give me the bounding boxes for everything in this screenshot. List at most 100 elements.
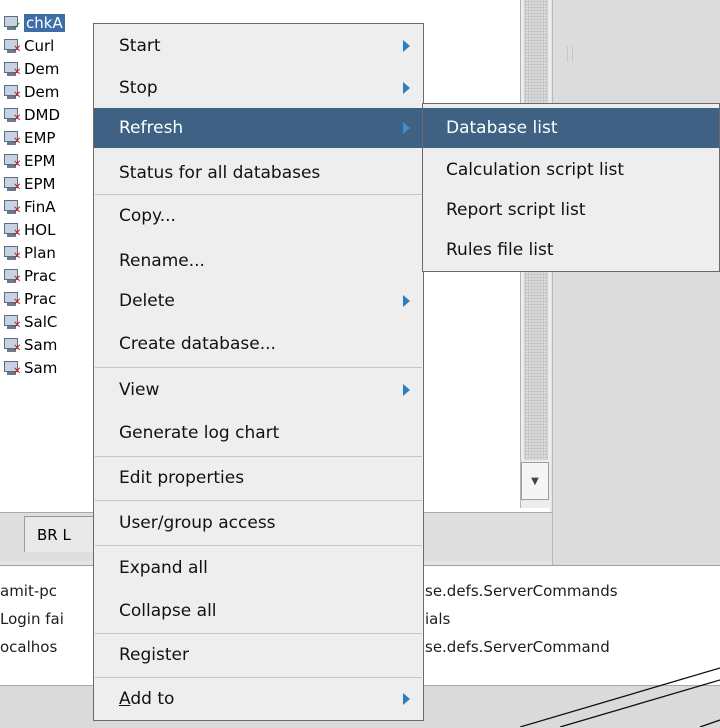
- tree-item[interactable]: ✕ Plan: [4, 242, 56, 264]
- console-line-right: se.defs.ServerCommands: [425, 582, 618, 600]
- tree-item-label: Curl: [24, 37, 55, 55]
- tree-item-label: DMD: [24, 106, 61, 124]
- menu-separator: [95, 500, 422, 501]
- tree-item[interactable]: ✕ EMP: [4, 127, 55, 149]
- database-icon: ✕: [4, 222, 21, 238]
- tree-item[interactable]: ✕ EPM: [4, 150, 55, 172]
- tree-item[interactable]: ✕ Curl: [4, 35, 54, 57]
- database-icon: ✕: [4, 360, 21, 376]
- menu-item-copy[interactable]: Copy...: [94, 196, 423, 236]
- menu-item-rename[interactable]: Rename...: [94, 241, 423, 281]
- database-icon: ✕: [4, 291, 21, 307]
- submenu-item-rules-file-list[interactable]: Rules file list: [423, 230, 719, 270]
- console-line-left: ocalhos: [0, 638, 58, 656]
- menu-item-label: Stop: [119, 78, 158, 98]
- menu-separator: [95, 677, 422, 678]
- database-icon: ✕: [4, 84, 21, 100]
- menu-item-label: Start: [119, 36, 161, 56]
- menu-item-label: Add to: [119, 689, 174, 709]
- tree-item-label: FinA: [24, 198, 56, 216]
- tree-item[interactable]: ✕ Sam: [4, 334, 57, 356]
- menu-item-stop[interactable]: Stop: [94, 68, 423, 108]
- database-icon: ✕: [4, 199, 21, 215]
- tree-item[interactable]: ✓ chkA: [4, 12, 65, 34]
- database-icon: ✕: [4, 61, 21, 77]
- console-line-left: Login fai: [0, 610, 64, 628]
- menu-separator: [95, 456, 422, 457]
- console-line-right: ials: [425, 610, 451, 628]
- menu-item-edit-properties[interactable]: Edit properties: [94, 458, 423, 498]
- context-menu: Start Stop Refresh Status for all databa…: [93, 23, 424, 721]
- database-icon: ✕: [4, 176, 21, 192]
- menu-item-status-all[interactable]: Status for all databases: [94, 153, 423, 193]
- submenu-arrow-icon: [403, 122, 410, 134]
- menu-item-expand-all[interactable]: Expand all: [94, 548, 423, 588]
- database-icon: ✕: [4, 38, 21, 54]
- menu-separator: [95, 194, 422, 195]
- menu-item-view[interactable]: View: [94, 370, 423, 410]
- tree-item[interactable]: ✕ Sam: [4, 357, 57, 379]
- tree-item[interactable]: ✕ HOL: [4, 219, 55, 241]
- database-icon: ✕: [4, 245, 21, 261]
- tree-item[interactable]: ✕ Prac: [4, 265, 56, 287]
- console-line-left: amit-pc: [0, 582, 58, 600]
- submenu-item-database-list[interactable]: Database list: [423, 108, 719, 148]
- database-icon: ✕: [4, 153, 21, 169]
- menu-item-label: Status for all databases: [119, 163, 321, 183]
- tree-item-label: Dem: [24, 60, 60, 78]
- tree-item[interactable]: ✕ Dem: [4, 58, 59, 80]
- splitter-grip[interactable]: [567, 46, 573, 62]
- tree-item-label: EPM: [24, 175, 56, 193]
- tree-item-label: HOL: [24, 221, 56, 239]
- menu-item-label: Create database...: [119, 334, 276, 354]
- scroll-down-button[interactable]: ▼: [521, 462, 549, 500]
- submenu-arrow-icon: [403, 693, 410, 705]
- tree-item-label: Sam: [24, 359, 58, 377]
- menu-item-label: Edit properties: [119, 468, 245, 488]
- submenu-item-report-script-list[interactable]: Report script list: [423, 190, 719, 230]
- database-icon: ✓: [4, 15, 21, 31]
- tree-item[interactable]: ✕ Dem: [4, 81, 59, 103]
- database-icon: ✕: [4, 337, 21, 353]
- menu-item-collapse-all[interactable]: Collapse all: [94, 591, 423, 631]
- menu-item-label: Collapse all: [119, 601, 217, 621]
- menu-item-generate-log-chart[interactable]: Generate log chart: [94, 413, 423, 453]
- callout-lines: [520, 667, 720, 727]
- tree-item-label: chkA: [24, 14, 65, 32]
- tree-item-label: SalC: [24, 313, 58, 331]
- menu-item-add-to[interactable]: Add to: [94, 679, 423, 719]
- submenu-item-calculation-script-list[interactable]: Calculation script list: [423, 150, 719, 190]
- right-panel: [552, 0, 720, 565]
- tree-item-label: Plan: [24, 244, 56, 262]
- tree-item[interactable]: ✕ EPM: [4, 173, 55, 195]
- tree-item-label: EPM: [24, 152, 56, 170]
- tree-item[interactable]: ✕ FinA: [4, 196, 55, 218]
- tree-item[interactable]: ✕ Prac: [4, 288, 56, 310]
- menu-item-start[interactable]: Start: [94, 26, 423, 66]
- menu-item-user-group-access[interactable]: User/group access: [94, 503, 423, 543]
- database-icon: ✕: [4, 107, 21, 123]
- menu-item-delete[interactable]: Delete: [94, 281, 423, 321]
- submenu-arrow-icon: [403, 40, 410, 52]
- menu-item-label: Refresh: [119, 118, 184, 138]
- submenu-arrow-icon: [403, 82, 410, 94]
- refresh-submenu: Database list Calculation script list Re…: [422, 103, 720, 272]
- menu-item-label: View: [119, 380, 160, 400]
- database-icon: ✕: [4, 314, 21, 330]
- menu-separator: [95, 367, 422, 368]
- menu-item-label: Expand all: [119, 558, 208, 578]
- menu-item-label: Generate log chart: [119, 423, 280, 443]
- menu-item-refresh[interactable]: Refresh: [94, 108, 423, 148]
- tree-item-label: EMP: [24, 129, 56, 147]
- tree-item[interactable]: ✕ SalC: [4, 311, 57, 333]
- menu-item-register[interactable]: Register: [94, 635, 423, 675]
- menu-item-label-rest: dd to: [130, 689, 175, 709]
- tree-item-label: Dem: [24, 83, 60, 101]
- menu-separator: [95, 633, 422, 634]
- tab-br[interactable]: BR L: [24, 516, 94, 552]
- submenu-arrow-icon: [403, 295, 410, 307]
- menu-item-label: Rename...: [119, 251, 205, 271]
- menu-item-create-database[interactable]: Create database...: [94, 324, 423, 364]
- menu-item-label: Register: [119, 645, 189, 665]
- tree-item[interactable]: ✕ DMD: [4, 104, 60, 126]
